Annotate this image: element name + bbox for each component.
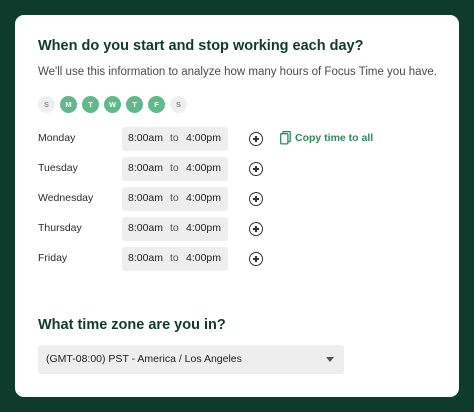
day-label: Wednesday — [38, 192, 94, 204]
add-time-range-icon[interactable] — [249, 132, 263, 146]
settings-card: When do you start and stop working each … — [15, 15, 459, 397]
start-time[interactable]: 8:00am — [128, 252, 163, 264]
time-range-input[interactable]: 8:00am to 4:00pm — [122, 217, 228, 241]
day-label: Friday — [38, 252, 68, 264]
time-range-input[interactable]: 8:00am to 4:00pm — [122, 157, 228, 181]
copy-time-to-all-label: Copy time to all — [295, 132, 374, 144]
schedule-row-tuesday: Tuesday 8:00am to 4:00pm — [38, 157, 438, 181]
end-time[interactable]: 4:00pm — [186, 222, 221, 234]
day-toggle-saturday[interactable]: S — [170, 96, 187, 113]
timezone-heading: What time zone are you in? — [38, 317, 226, 333]
end-time[interactable]: 4:00pm — [186, 132, 221, 144]
end-time[interactable]: 4:00pm — [186, 252, 221, 264]
start-time[interactable]: 8:00am — [128, 192, 163, 204]
schedule-row-wednesday: Wednesday 8:00am to 4:00pm — [38, 187, 438, 211]
start-time[interactable]: 8:00am — [128, 132, 163, 144]
time-separator: to — [170, 222, 179, 234]
day-toggle-monday[interactable]: M — [60, 96, 77, 113]
time-range-input[interactable]: 8:00am to 4:00pm — [122, 127, 228, 151]
time-separator: to — [170, 162, 179, 174]
start-time[interactable]: 8:00am — [128, 222, 163, 234]
time-separator: to — [170, 192, 179, 204]
day-toggle-tuesday[interactable]: T — [82, 96, 99, 113]
day-toggle-friday[interactable]: F — [148, 96, 165, 113]
chevron-down-icon — [326, 357, 334, 362]
schedule-row-thursday: Thursday 8:00am to 4:00pm — [38, 217, 438, 241]
end-time[interactable]: 4:00pm — [186, 192, 221, 204]
day-label: Monday — [38, 132, 76, 144]
day-label: Thursday — [38, 222, 82, 234]
time-range-input[interactable]: 8:00am to 4:00pm — [122, 247, 228, 271]
day-toggle-thursday[interactable]: T — [126, 96, 143, 113]
day-toggle-wednesday[interactable]: W — [104, 96, 121, 113]
end-time[interactable]: 4:00pm — [186, 162, 221, 174]
day-label: Tuesday — [38, 162, 78, 174]
timezone-selected-value: (GMT-08:00) PST - America / Los Angeles — [46, 353, 242, 365]
add-time-range-icon[interactable] — [249, 222, 263, 236]
schedule-row-monday: Monday 8:00am to 4:00pm Copy time to all — [38, 127, 438, 151]
timezone-select[interactable]: (GMT-08:00) PST - America / Los Angeles — [38, 345, 344, 374]
time-separator: to — [170, 132, 179, 144]
add-time-range-icon[interactable] — [249, 252, 263, 266]
add-time-range-icon[interactable] — [249, 192, 263, 206]
start-time[interactable]: 8:00am — [128, 162, 163, 174]
work-hours-description: We'll use this information to analyze ho… — [38, 66, 437, 78]
time-separator: to — [170, 252, 179, 264]
work-hours-heading: When do you start and stop working each … — [38, 38, 364, 54]
schedule-row-friday: Friday 8:00am to 4:00pm — [38, 247, 438, 271]
day-toggle-sunday[interactable]: S — [38, 96, 55, 113]
copy-icon — [280, 131, 291, 145]
time-range-input[interactable]: 8:00am to 4:00pm — [122, 187, 228, 211]
add-time-range-icon[interactable] — [249, 162, 263, 176]
